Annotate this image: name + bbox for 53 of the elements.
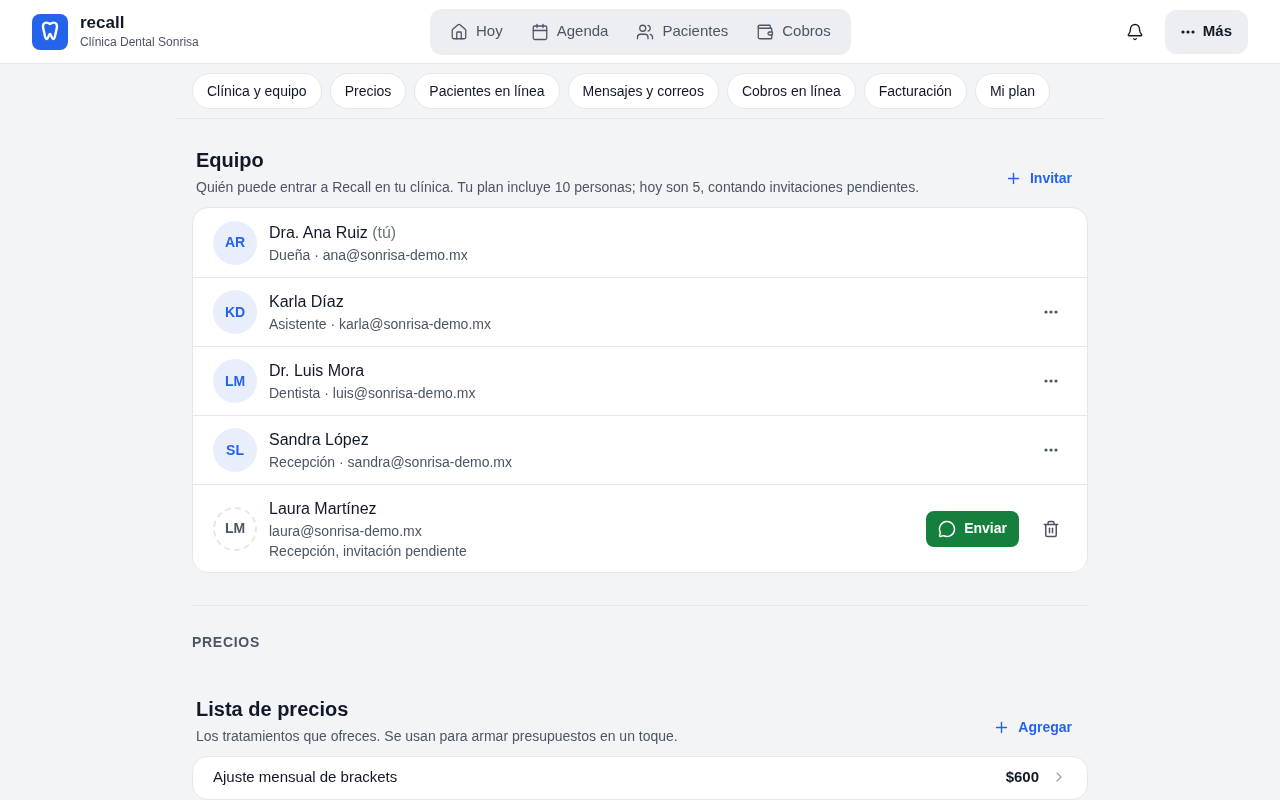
nav-tab[interactable]: Cobros — [744, 13, 843, 50]
settings-tab[interactable]: Precios — [329, 73, 407, 109]
nav-tab[interactable]: Pacientes — [624, 13, 741, 50]
avatar: SL — [213, 428, 257, 472]
clinic-name: Clínica Dental Sonrisa — [80, 33, 199, 51]
settings-tab[interactable]: Mensajes y correos — [567, 73, 719, 109]
settings-tab[interactable]: Clínica y equipo — [192, 73, 322, 109]
home-icon — [450, 22, 468, 41]
section-label: PRECIOS — [192, 633, 260, 652]
settings-tab[interactable]: Facturación — [863, 73, 967, 109]
add-button[interactable]: Invitar — [993, 162, 1084, 194]
settings-tab[interactable]: Cobros en línea — [726, 73, 856, 109]
section-title: Equipo — [196, 148, 265, 173]
member-name: Laura Martínez — [269, 499, 377, 517]
member-detail: laura@sonrisa-demo.mx — [269, 521, 423, 541]
tooth-logo-icon — [32, 13, 68, 50]
avatar: LM — [213, 506, 257, 551]
bell-icon — [1125, 22, 1144, 41]
more-icon — [1044, 448, 1058, 452]
more-icon — [1180, 29, 1195, 34]
member-name: Dr. Luis Mora — [269, 362, 365, 379]
brand-name: recall — [80, 12, 126, 33]
member-name: Sandra López — [269, 431, 369, 448]
avatar: AR — [213, 220, 257, 265]
member-detail: Dueña · ana@sonrisa-demo.mx — [269, 245, 469, 265]
nav-tab[interactable]: Hoy — [438, 13, 515, 50]
trash-icon — [1042, 519, 1060, 538]
member-name: Dra. Ana Ruiz — [269, 223, 368, 241]
member-name: Karla Díaz — [269, 293, 344, 310]
settings-tab[interactable]: Pacientes en línea — [414, 73, 560, 109]
wallet-icon — [756, 22, 775, 41]
member-detail: Recepción · sandra@sonrisa-demo.mx — [269, 453, 513, 472]
nav-tab[interactable]: Agenda — [518, 13, 621, 50]
users-icon — [636, 22, 655, 41]
calendar-icon — [530, 22, 549, 41]
chat-icon — [938, 519, 957, 538]
more-icon — [1044, 310, 1058, 314]
member-detail: Dentista · luis@sonrisa-demo.mx — [269, 384, 477, 403]
member-detail: Recepción, invitación pendiente — [269, 541, 468, 561]
add-button[interactable]: Agregar — [981, 711, 1084, 743]
section-subtitle: Los tratamientos que ofreces. Se usan para armar presupuestos en un toque. — [196, 727, 679, 746]
avatar: KD — [213, 290, 257, 334]
treatment-name: Ajuste mensual de brackets — [213, 767, 398, 787]
treatment-price: $600 — [1005, 767, 1039, 787]
member-detail: Asistente · karla@sonrisa-demo.mx — [269, 315, 492, 334]
more-button[interactable]: Más — [1164, 9, 1248, 54]
send-button[interactable]: Enviar — [926, 510, 1019, 547]
more-icon — [1044, 379, 1058, 383]
settings-tab[interactable]: Mi plan — [974, 73, 1051, 109]
section-subtitle: Quién puede entrar a Recall en tu clínica. Tu plan incluye 10 personas; hoy son 5, contando invitaciones pendientes. — [196, 178, 921, 197]
section-title: Lista de precios — [196, 697, 350, 722]
avatar: LM — [213, 359, 257, 403]
self-tag: (tú) — [367, 223, 397, 241]
